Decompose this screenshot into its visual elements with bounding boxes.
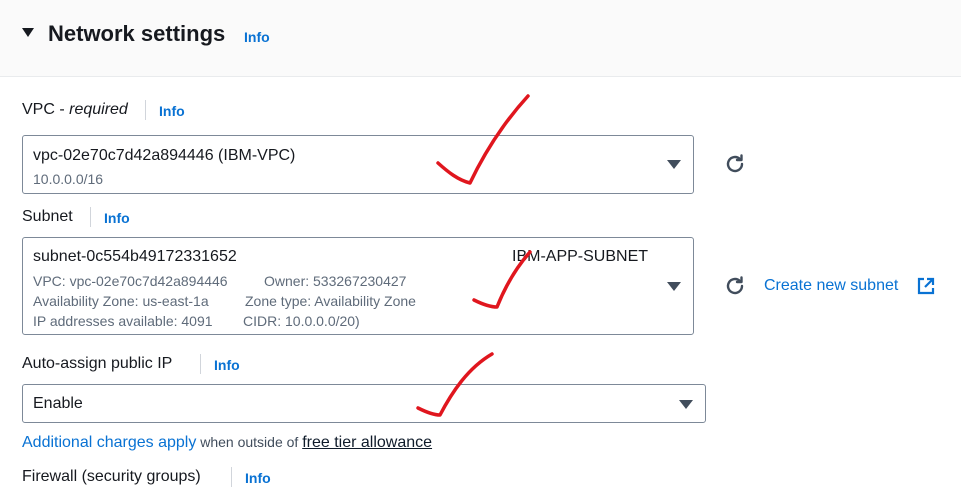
additional-charges-link[interactable]: Additional charges apply	[22, 434, 196, 451]
vpc-info-link[interactable]: Info	[159, 102, 185, 120]
section-info-link[interactable]: Info	[244, 28, 270, 46]
subnet-zone-type: Zone type: Availability Zone	[245, 293, 416, 309]
subnet-owner: Owner: 533267230427	[264, 273, 407, 289]
free-tier-link[interactable]: free tier allowance	[302, 434, 432, 451]
subnet-availability-zone: Availability Zone: us-east-1a	[33, 293, 209, 309]
chevron-down-icon	[679, 400, 693, 409]
section-header: Network settings Info	[0, 0, 961, 77]
auto-assign-info-link[interactable]: Info	[214, 356, 240, 374]
section-title: Network settings	[48, 21, 226, 46]
create-new-subnet-link[interactable]: Create new subnet	[764, 275, 935, 297]
footnote-text: when outside of	[196, 434, 303, 450]
external-link-icon	[917, 277, 935, 295]
auto-assign-value: Enable	[33, 395, 83, 412]
chevron-down-icon	[667, 160, 681, 169]
auto-assign-select[interactable]: Enable	[22, 384, 706, 423]
refresh-icon[interactable]	[723, 274, 747, 298]
divider	[90, 207, 91, 227]
collapse-caret-icon[interactable]	[22, 28, 34, 37]
vpc-select-value: vpc-02e70c7d42a894446 (IBM-VPC)	[33, 147, 296, 164]
firewall-info-link[interactable]: Info	[245, 469, 271, 487]
charges-footnote: Additional charges apply when outside of…	[22, 431, 432, 454]
subnet-name: IBM-APP-SUBNET	[512, 248, 649, 265]
vpc-select[interactable]: vpc-02e70c7d42a894446 (IBM-VPC) 10.0.0.0…	[22, 135, 694, 194]
subnet-label: Subnet	[22, 208, 73, 225]
subnet-select-value: subnet-0c554b49172331652	[33, 248, 237, 265]
auto-assign-label: Auto-assign public IP	[22, 355, 173, 372]
chevron-down-icon	[667, 282, 681, 291]
refresh-icon[interactable]	[723, 152, 747, 176]
subnet-vpc: VPC: vpc-02e70c7d42a894446	[33, 273, 228, 289]
subnet-select[interactable]: subnet-0c554b49172331652 IBM-APP-SUBNET …	[22, 237, 694, 335]
vpc-required-text: required	[69, 101, 128, 118]
subnet-ip-available: IP addresses available: 4091	[33, 313, 213, 329]
vpc-label: VPC - required	[22, 101, 128, 118]
divider	[231, 467, 232, 487]
subnet-info-link[interactable]: Info	[104, 209, 130, 227]
subnet-cidr: CIDR: 10.0.0.0/20)	[243, 313, 360, 329]
divider	[145, 100, 146, 120]
divider	[200, 354, 201, 374]
vpc-cidr: 10.0.0.0/16	[33, 171, 104, 187]
firewall-label: Firewall (security groups)	[22, 468, 201, 485]
